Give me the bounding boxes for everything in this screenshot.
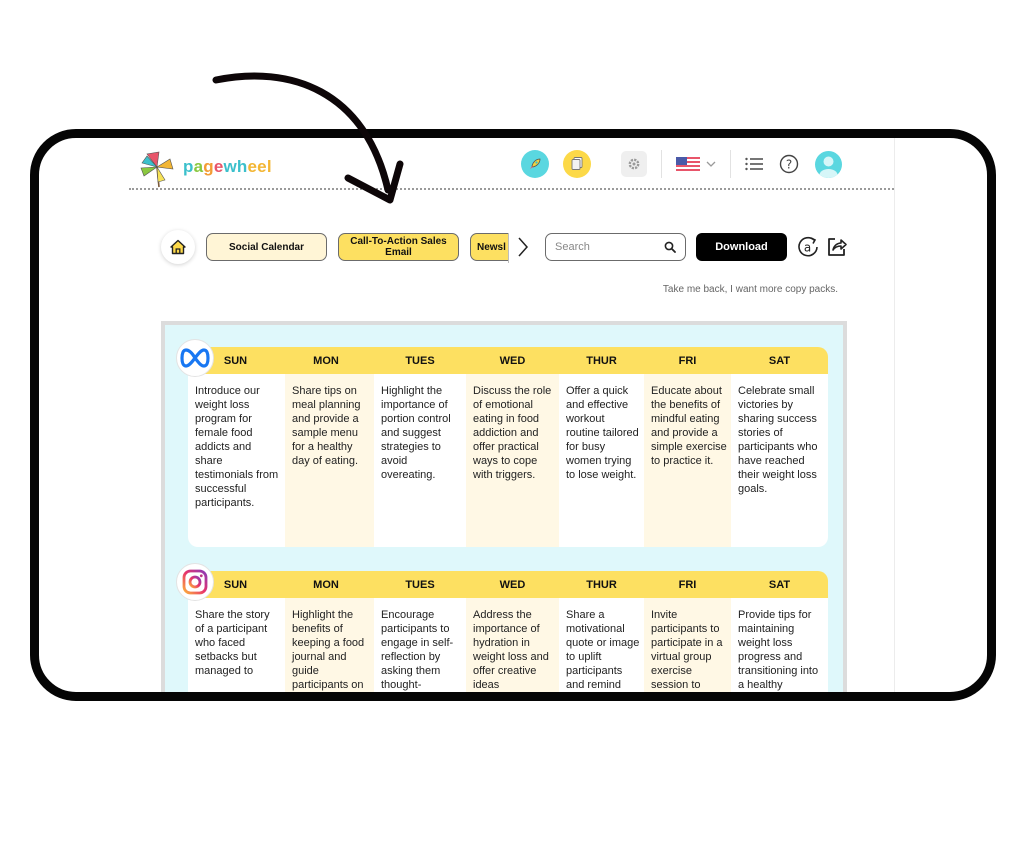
post-cell[interactable]: Introduce our weight loss program for fe… <box>188 374 285 547</box>
logo-text: pagewheel <box>183 157 272 176</box>
calendar-canvas: SUN MON TUES WED THUR FRI SAT Introduce … <box>165 325 843 692</box>
day-header: MON <box>313 578 339 591</box>
home-icon <box>170 239 186 255</box>
search-input[interactable] <box>555 241 655 253</box>
tab-newsletter[interactable]: Newsl <box>470 233 508 261</box>
day-header: THUR <box>586 578 617 591</box>
pages-icon <box>571 157 583 170</box>
svg-text:?: ? <box>786 158 792 172</box>
avatar[interactable] <box>815 150 842 178</box>
day-header: WED <box>499 578 526 591</box>
meta-week: SUN MON TUES WED THUR FRI SAT Introduce … <box>176 339 828 547</box>
pages-button[interactable] <box>563 150 591 178</box>
day-header: FRI <box>678 578 697 591</box>
home-button[interactable] <box>161 230 195 264</box>
day-header: SAT <box>768 354 791 367</box>
header-icons: ? <box>521 147 842 181</box>
meta-posts: Introduce our weight loss program for fe… <box>188 374 828 547</box>
post-cell[interactable]: Highlight the importance of portion cont… <box>374 374 466 547</box>
post-cell[interactable]: Address the importance of hydration in w… <box>466 598 559 692</box>
share-icon[interactable] <box>825 235 849 259</box>
chevron-down-icon[interactable] <box>706 160 716 168</box>
instagram-week: SUN MON TUES WED THUR FRI SAT Share the … <box>176 563 828 692</box>
day-header: TUES <box>405 578 435 591</box>
instagram-day-headers: SUN MON TUES WED THUR FRI SAT <box>188 571 828 598</box>
instagram-badge <box>176 563 214 601</box>
rocket-button[interactable] <box>521 150 549 178</box>
tab-call-to-action-sales-email[interactable]: Call-To-Action Sales Email <box>338 233 459 261</box>
post-cell[interactable]: Educate about the benefits of mindful ea… <box>644 374 731 547</box>
divider <box>661 150 662 178</box>
post-cell[interactable]: Share tips on meal planning and provide … <box>285 374 374 547</box>
app-header: pagewheel ? <box>129 138 894 190</box>
take-back-link[interactable]: Take me back, I want more copy packs. <box>663 284 838 295</box>
rocket-icon <box>530 158 541 169</box>
post-cell[interactable]: Share the story of a participant who fac… <box>188 598 285 692</box>
search-icon[interactable] <box>664 241 676 253</box>
copy-pack-tabs: Social Calendar Call-To-Action Sales Ema… <box>206 233 509 263</box>
day-header: SAT <box>768 578 791 591</box>
logo[interactable]: pagewheel <box>137 146 272 188</box>
post-cell[interactable]: Encourage participants to engage in self… <box>374 598 466 692</box>
post-cell[interactable]: Offer a quick and effective workout rout… <box>559 374 644 547</box>
instagram-posts: Share the story of a participant who fac… <box>188 598 828 692</box>
day-header: MON <box>313 354 339 367</box>
day-header: TUES <box>405 354 435 367</box>
device-frame: pagewheel ? Social Calendar Call-To-Acti… <box>30 129 996 701</box>
scroll-divider <box>894 138 895 692</box>
day-header: WED <box>499 354 526 367</box>
list-icon[interactable] <box>745 157 763 171</box>
chevron-right-icon[interactable] <box>517 236 529 258</box>
day-header: THUR <box>586 354 617 367</box>
gear-icon <box>628 158 640 170</box>
app-viewport: pagewheel ? Social Calendar Call-To-Acti… <box>39 138 987 692</box>
divider <box>730 150 731 178</box>
us-flag-icon[interactable] <box>676 156 700 172</box>
post-cell[interactable]: Invite participants to participate in a … <box>644 598 731 692</box>
meta-day-headers: SUN MON TUES WED THUR FRI SAT <box>188 347 828 374</box>
post-cell[interactable]: Highlight the benefits of keeping a food… <box>285 598 374 692</box>
tab-social-calendar[interactable]: Social Calendar <box>206 233 327 261</box>
post-cell[interactable]: Share a motivational quote or image to u… <box>559 598 644 692</box>
meta-icon <box>180 348 210 368</box>
post-cell[interactable]: Provide tips for maintaining weight loss… <box>731 598 828 692</box>
instagram-icon <box>182 569 208 595</box>
search-box <box>545 233 686 261</box>
rewrite-icon[interactable]: a <box>796 235 820 259</box>
toolbar: Social Calendar Call-To-Action Sales Ema… <box>161 230 861 266</box>
user-icon <box>819 156 838 178</box>
post-cell[interactable]: Celebrate small victories by sharing suc… <box>731 374 828 547</box>
svg-text:a: a <box>804 241 811 255</box>
post-cell[interactable]: Discuss the role of emotional eating in … <box>466 374 559 547</box>
pinwheel-icon <box>140 151 174 188</box>
help-icon[interactable]: ? <box>779 154 799 174</box>
calendar-preview: SUN MON TUES WED THUR FRI SAT Introduce … <box>161 321 847 692</box>
download-button[interactable]: Download <box>696 233 787 261</box>
meta-badge <box>176 339 214 377</box>
day-header: FRI <box>678 354 697 367</box>
settings-button[interactable] <box>621 151 647 177</box>
